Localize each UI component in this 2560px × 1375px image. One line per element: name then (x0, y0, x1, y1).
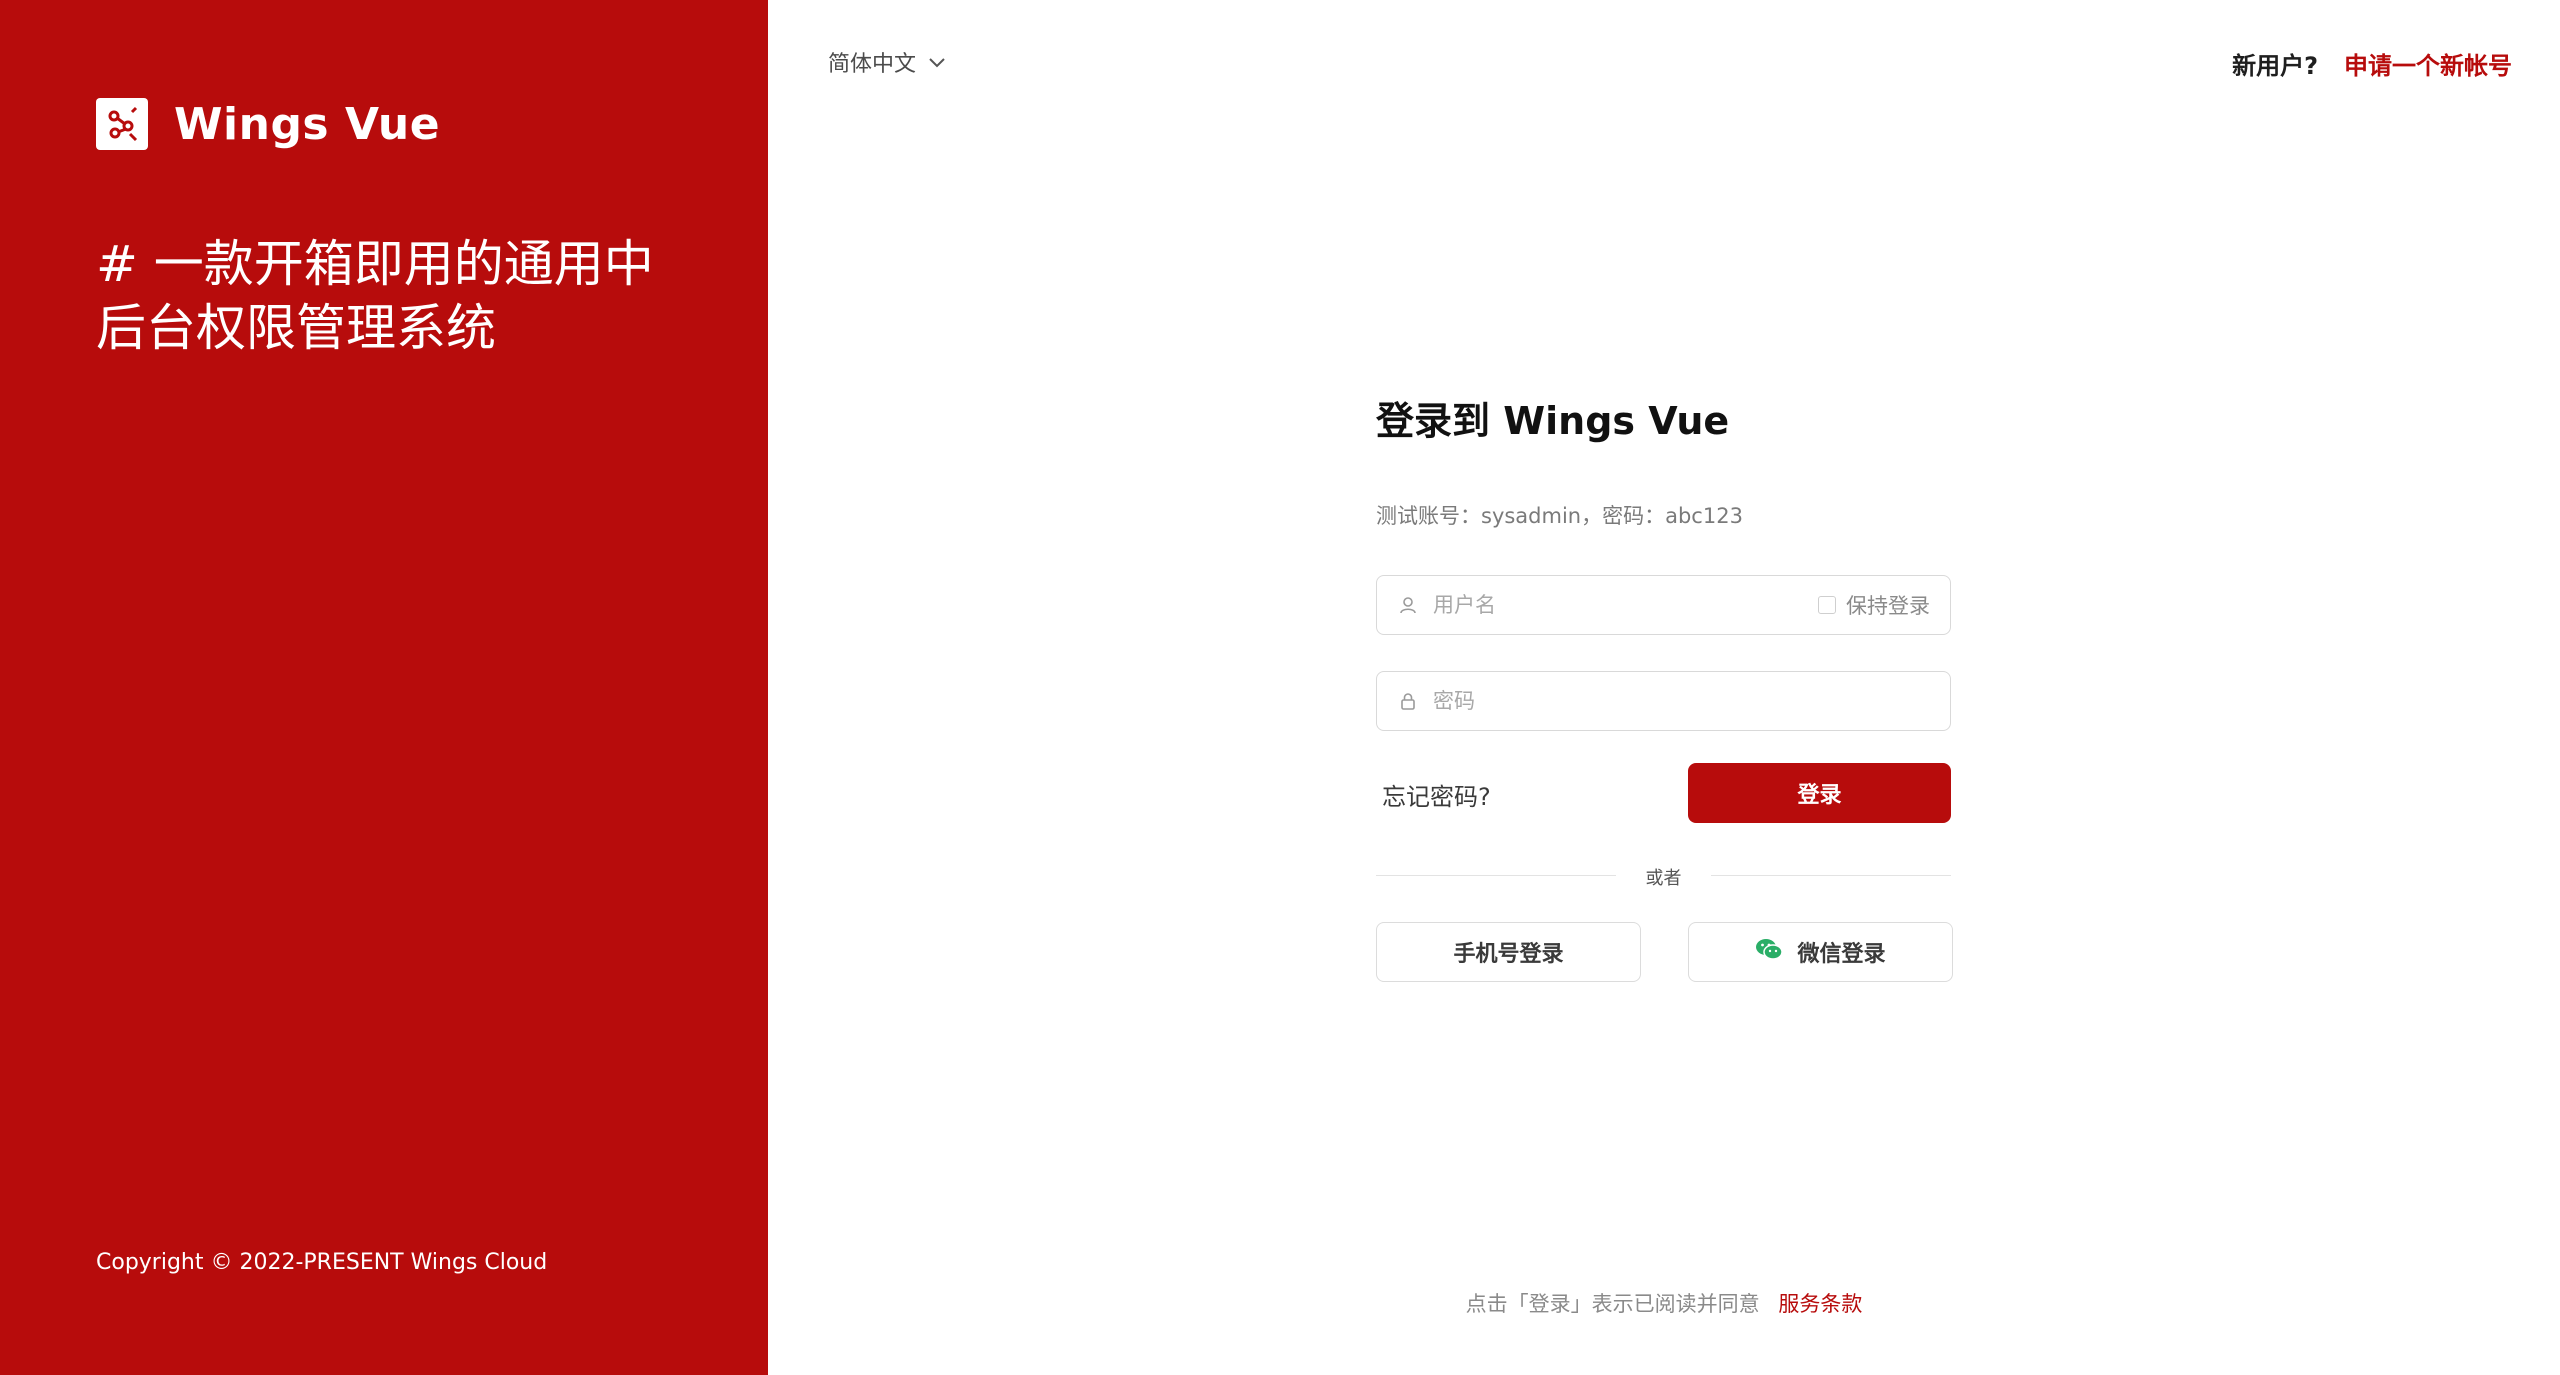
login-title: 登录到 Wings Vue (1376, 399, 1730, 443)
tagline: # 一款开箱即用的通用中后台权限管理系统 (96, 235, 654, 357)
forgot-password-link[interactable]: 忘记密码? (1382, 777, 1491, 812)
terms-link[interactable]: 服务条款 (1778, 1292, 1862, 1316)
lock-icon (1397, 690, 1419, 712)
test-account-hint: 测试账号：sysadmin，密码：abc123 (1376, 504, 1743, 528)
divider-line (1711, 875, 1951, 876)
logo-icon (96, 98, 148, 150)
remember-checkbox[interactable] (1818, 596, 1836, 614)
app-root: Wings Vue # 一款开箱即用的通用中后台权限管理系统 Copyright… (0, 0, 2560, 1375)
new-user-label: 新用户? (2232, 52, 2318, 80)
terms-notice: 点击「登录」表示已阅读并同意 服务条款 (768, 1288, 2560, 1318)
login-button[interactable]: 登录 (1688, 763, 1951, 823)
wechat-icon (1755, 937, 1784, 967)
chevron-down-icon (928, 50, 946, 75)
phone-login-label: 手机号登录 (1453, 942, 1564, 967)
username-input[interactable] (1431, 592, 1818, 618)
password-input[interactable] (1431, 688, 1930, 714)
login-form: 登录到 Wings Vue 测试账号：sysadmin，密码：abc123 保持… (1376, 390, 1953, 982)
password-field (1376, 671, 1951, 731)
divider-text: 或者 (1645, 868, 1682, 889)
wechat-login-label: 微信登录 (1797, 942, 1886, 967)
register-link[interactable]: 申请一个新帐号 (2344, 46, 2512, 81)
language-label: 简体中文 (828, 52, 917, 77)
brand: Wings Vue (96, 98, 440, 150)
brand-panel: Wings Vue # 一款开箱即用的通用中后台权限管理系统 Copyright… (0, 0, 768, 1375)
terms-text: 点击「登录」表示已阅读并同意 (1465, 1292, 1760, 1316)
wechat-login-button[interactable]: 微信登录 (1688, 922, 1953, 982)
user-icon (1397, 594, 1419, 616)
remember-me[interactable]: 保持登录 (1818, 590, 1930, 620)
phone-login-button[interactable]: 手机号登录 (1376, 922, 1641, 982)
language-select[interactable]: 简体中文 (828, 46, 946, 78)
username-field: 保持登录 (1376, 575, 1951, 635)
remember-label: 保持登录 (1846, 594, 1930, 618)
or-divider: 或者 (1376, 860, 1951, 890)
copyright: Copyright © 2022-PRESENT Wings Cloud (96, 1250, 548, 1275)
brand-name: Wings Vue (174, 98, 441, 150)
register-prompt: 新用户? 申请一个新帐号 (2232, 46, 2512, 81)
